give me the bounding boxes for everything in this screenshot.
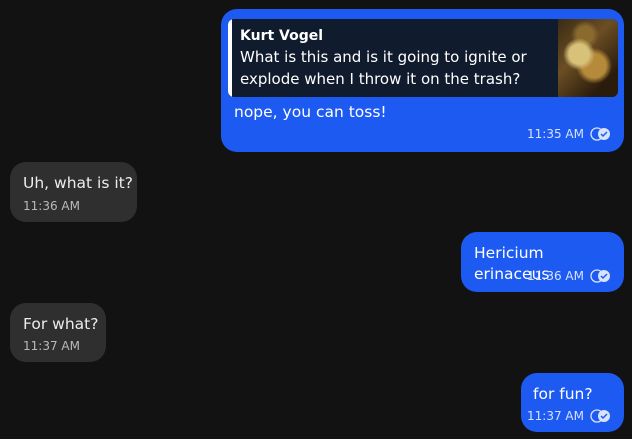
message-meta: 11:37 AM bbox=[23, 339, 80, 353]
message-time: 11:35 AM bbox=[527, 127, 584, 141]
double-check-icon bbox=[590, 127, 610, 141]
reply-thumbnail-image[interactable] bbox=[558, 19, 618, 97]
message-meta: 11:36 AM bbox=[23, 199, 80, 213]
reply-author: Kurt Vogel bbox=[240, 28, 324, 44]
message-bubble-outgoing[interactable]: Hericium erinaceus 11:36 AM bbox=[461, 232, 624, 292]
double-check-icon bbox=[590, 269, 610, 283]
double-check-icon bbox=[590, 409, 610, 423]
message-time: 11:37 AM bbox=[23, 339, 80, 353]
message-bubble-outgoing[interactable]: for fun? 11:37 AM bbox=[521, 373, 624, 432]
message-text: for fun? bbox=[533, 385, 593, 403]
reply-quote[interactable]: Kurt Vogel What is this and is it going … bbox=[228, 19, 618, 97]
message-bubble-incoming[interactable]: Uh, what is it? 11:36 AM bbox=[10, 162, 137, 222]
message-meta: 11:36 AM bbox=[527, 269, 612, 283]
reply-text: What is this and is it going to ignite o… bbox=[240, 48, 527, 88]
message-time: 11:37 AM bbox=[527, 409, 584, 423]
message-bubble-incoming[interactable]: For what? 11:37 AM bbox=[10, 303, 106, 362]
message-meta: 11:37 AM bbox=[527, 409, 612, 423]
message-text: For what? bbox=[23, 315, 99, 333]
message-text: nope, you can toss! bbox=[234, 103, 387, 121]
message-time: 11:36 AM bbox=[23, 199, 80, 213]
message-bubble-outgoing[interactable]: Kurt Vogel What is this and is it going … bbox=[221, 9, 624, 152]
message-meta: 11:35 AM bbox=[527, 127, 612, 141]
message-text: Uh, what is it? bbox=[23, 174, 133, 192]
message-time: 11:36 AM bbox=[527, 269, 584, 283]
reply-quote-bar bbox=[228, 19, 232, 97]
